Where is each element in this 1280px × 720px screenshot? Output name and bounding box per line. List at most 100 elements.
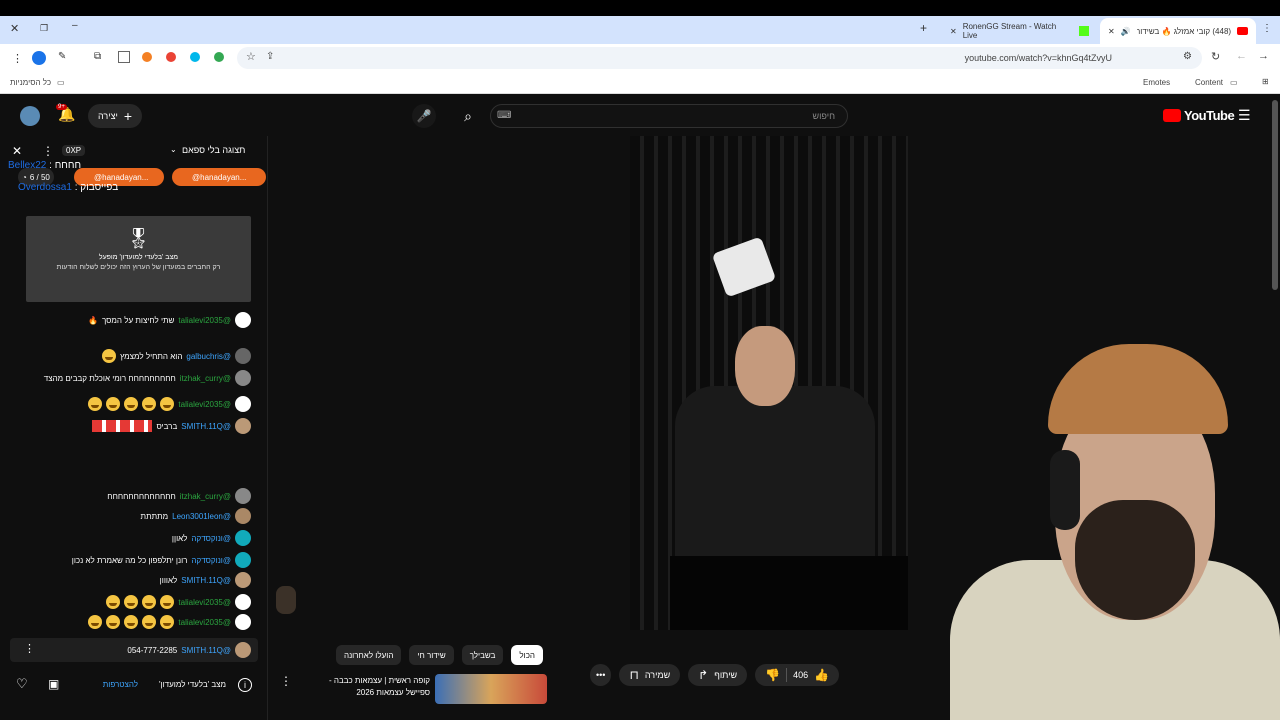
keyboard-icon[interactable]: ⌨ bbox=[497, 110, 511, 121]
extension-icon[interactable] bbox=[166, 52, 176, 62]
avatar[interactable] bbox=[235, 508, 251, 524]
chat-username[interactable]: @SMITH.11Q bbox=[181, 646, 231, 655]
new-tab-icon[interactable]: + bbox=[920, 21, 927, 35]
bookmark-content[interactable]: Content bbox=[1195, 78, 1223, 87]
reload-icon[interactable]: ↻ bbox=[1211, 50, 1220, 63]
chat-username[interactable]: @itzhak_curry bbox=[180, 492, 231, 501]
chip-live[interactable]: שידור חי bbox=[409, 645, 454, 665]
hamburger-menu-icon[interactable]: ☰ bbox=[1238, 107, 1251, 124]
close-window-icon[interactable]: ✕ bbox=[10, 22, 19, 35]
extension-icon[interactable] bbox=[190, 52, 200, 62]
live-video-player[interactable] bbox=[630, 136, 908, 630]
site-settings-icon[interactable]: ⚙ bbox=[1183, 51, 1192, 62]
avatar[interactable] bbox=[235, 614, 251, 630]
chat-username[interactable]: @SMITH.11Q bbox=[181, 576, 231, 585]
notification-count: 9+ bbox=[56, 104, 67, 110]
create-button[interactable]: יצירה + bbox=[88, 104, 143, 128]
chat-username[interactable]: @talialevi2035 bbox=[178, 316, 231, 325]
join-link[interactable]: להצטרפות bbox=[103, 680, 138, 689]
extensions-puzzle-icon[interactable]: ⧉ bbox=[94, 51, 101, 62]
extension-icon[interactable]: ✎ bbox=[58, 51, 66, 62]
chat-text: מתתתת bbox=[140, 511, 169, 521]
all-bookmarks-link[interactable]: כל הסימניות bbox=[10, 78, 51, 87]
chat-username[interactable]: @ונוקסדקה bbox=[191, 534, 231, 543]
ticker-user: Bellex22 bbox=[8, 160, 47, 171]
heart-icon[interactable]: ♡ bbox=[16, 676, 28, 692]
chat-message: @ונוקסדקה רונן יתלפפון כל מה שאמרת לא נכ… bbox=[72, 552, 251, 568]
avatar[interactable] bbox=[235, 396, 251, 412]
account-avatar[interactable] bbox=[20, 106, 40, 126]
minimize-icon[interactable]: – bbox=[72, 20, 78, 31]
avatar[interactable] bbox=[235, 488, 251, 504]
chat-username[interactable]: @ונוקסדקה bbox=[191, 556, 231, 565]
apps-grid-icon[interactable]: ⊞ bbox=[1262, 77, 1269, 86]
more-actions-button[interactable]: ••• bbox=[590, 664, 612, 686]
chat-username[interactable]: @talialevi2035 bbox=[178, 618, 231, 627]
browser-profile-icon[interactable]: ⋮ bbox=[1262, 23, 1272, 34]
chat-username[interactable]: @galbuchris bbox=[186, 352, 231, 361]
related-menu-icon[interactable]: ⋮ bbox=[280, 674, 292, 688]
extension-icon[interactable] bbox=[118, 51, 130, 63]
menu-icon[interactable]: ⋮ bbox=[12, 52, 23, 65]
super-chat-icon[interactable]: ▣ bbox=[48, 677, 59, 691]
tab-ronengg[interactable]: ✕ RonenGG Stream - Watch Live bbox=[942, 18, 1097, 44]
avatar[interactable] bbox=[235, 594, 251, 610]
bookmark-emotes[interactable]: Emotes bbox=[1143, 78, 1170, 87]
avatar[interactable] bbox=[235, 370, 251, 386]
chat-username[interactable]: @SMITH.11Q bbox=[181, 422, 231, 431]
info-icon[interactable]: i bbox=[238, 678, 252, 692]
chat-username[interactable]: @Leon3001leon bbox=[172, 512, 231, 521]
pinned-menu-icon[interactable]: ⋮ bbox=[24, 642, 35, 655]
avatar[interactable] bbox=[235, 418, 251, 434]
extension-icon[interactable] bbox=[214, 52, 224, 62]
avatar[interactable] bbox=[235, 530, 251, 546]
extension-icon[interactable] bbox=[142, 52, 152, 62]
youtube-logo[interactable]: YouTube bbox=[1163, 108, 1235, 123]
chip-all[interactable]: הכול bbox=[511, 645, 543, 665]
search-button-icon[interactable]: ⌕ bbox=[456, 104, 480, 128]
overlay-ticker: Overdossa1 : בפייסבוק bbox=[18, 182, 119, 193]
chevron-down-icon[interactable]: ⌄ bbox=[170, 145, 177, 154]
back-icon[interactable]: → bbox=[1258, 50, 1269, 62]
dislike-icon[interactable]: 👎 bbox=[765, 669, 780, 681]
share-page-icon[interactable]: ⇪ bbox=[266, 51, 274, 62]
close-tab-icon[interactable]: ✕ bbox=[1108, 27, 1115, 36]
search-input[interactable]: ⌨ חיפוש bbox=[490, 104, 848, 128]
pinned-chip[interactable]: @hanadayan... bbox=[172, 168, 266, 186]
audio-icon[interactable]: 🔊 bbox=[1121, 27, 1131, 36]
address-bar[interactable]: youtube.com/watch?v=khnGq4tZvyU bbox=[237, 47, 1202, 69]
youtube-play-icon bbox=[1163, 109, 1181, 122]
avatar[interactable] bbox=[235, 572, 251, 588]
related-video-title[interactable]: קופה ראשית | עצמאות כבבה - ספיישל עצמאות… bbox=[300, 675, 430, 699]
voice-search-icon[interactable]: 🎤 bbox=[412, 104, 436, 128]
chat-text: לאווון bbox=[159, 575, 178, 585]
profile-avatar[interactable] bbox=[32, 51, 46, 65]
avatar[interactable] bbox=[235, 312, 251, 328]
bookmark-star-icon[interactable]: ☆ bbox=[246, 50, 256, 63]
restore-icon[interactable]: ❐ bbox=[40, 23, 48, 34]
chat-menu-icon[interactable]: ⋮ bbox=[42, 144, 54, 158]
folder-icon: ▭ bbox=[57, 78, 65, 87]
chat-mode-selector[interactable]: תצוגה בלי ספאם bbox=[182, 145, 245, 155]
chat-text: 054-777-2285 bbox=[127, 645, 178, 655]
avatar[interactable] bbox=[235, 552, 251, 568]
avatar[interactable] bbox=[235, 348, 251, 364]
like-icon[interactable]: 👍 bbox=[814, 669, 829, 681]
chat-username[interactable]: @talialevi2035 bbox=[178, 598, 231, 607]
save-button[interactable]: ⊓ שמירה bbox=[619, 664, 681, 686]
close-chat-icon[interactable]: ✕ bbox=[12, 144, 22, 158]
related-thumbnail[interactable] bbox=[435, 674, 547, 704]
forward-icon[interactable]: ← bbox=[1236, 50, 1247, 62]
share-button[interactable]: ↱ שיתוף bbox=[688, 664, 748, 686]
page-scrollbar[interactable] bbox=[1272, 100, 1278, 290]
avatar[interactable] bbox=[235, 642, 251, 658]
chat-username[interactable]: @talialevi2035 bbox=[178, 400, 231, 409]
facecam-beard bbox=[1075, 500, 1195, 620]
chip-for-you[interactable]: בשבילך bbox=[461, 645, 504, 665]
tab-youtube-live[interactable]: ✕ 🔊 (448) קובי אמזלג 🔥 בשידור bbox=[1100, 18, 1256, 44]
chat-username[interactable]: @itzhak_curry bbox=[180, 374, 231, 383]
chip-recent[interactable]: הועלו לאחרונה bbox=[336, 645, 402, 665]
close-tab-icon[interactable]: ✕ bbox=[950, 27, 957, 36]
chat-message: @SMITH.11Q ברביס bbox=[92, 418, 251, 434]
browser-toolbar: ⋮ ✎ ⧉ youtube.com/watch?v=khnGq4tZvyU ☆ … bbox=[0, 44, 1280, 72]
